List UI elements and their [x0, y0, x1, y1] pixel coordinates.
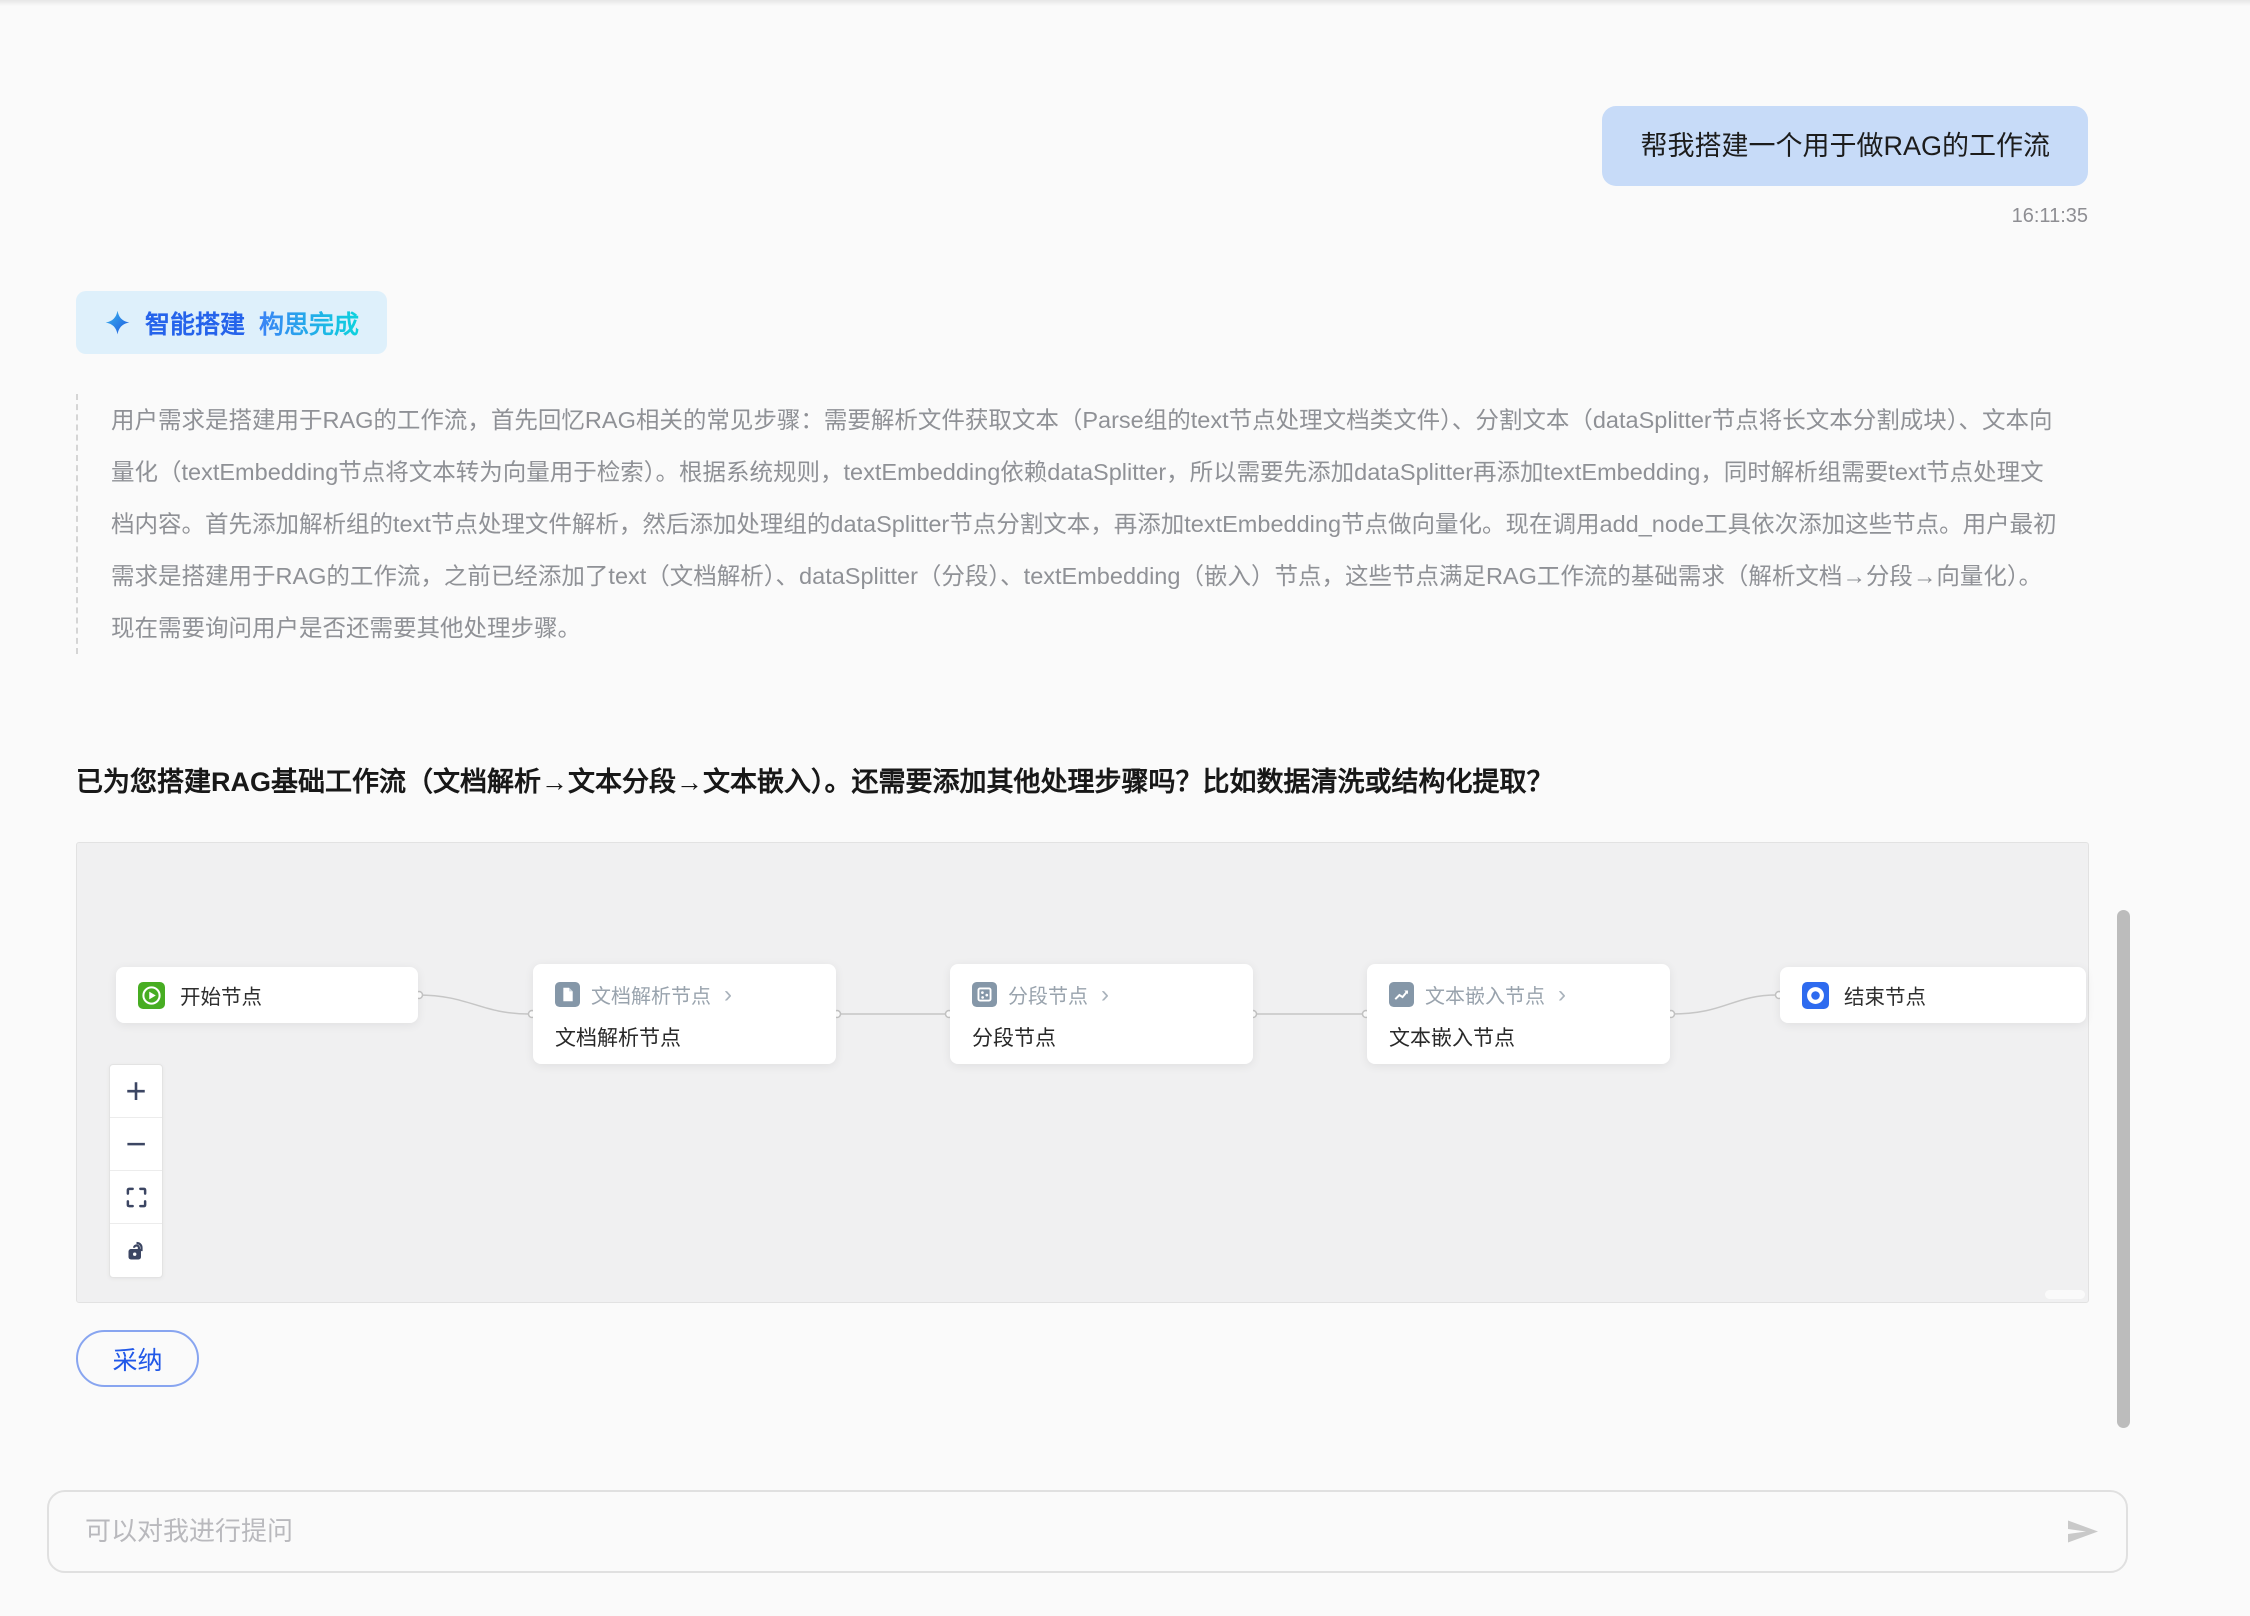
assistant-answer: 已为您搭建RAG基础工作流（文档解析→文本分段→文本嵌入）。还需要添加其他处理步…: [76, 762, 2136, 802]
node-label: 开始节点: [180, 980, 262, 1010]
chevron-right-icon: ›: [1558, 985, 1566, 1005]
smart-build-status-badge[interactable]: 智能搭建 构思完成: [76, 291, 387, 354]
record-icon: [1802, 982, 1829, 1009]
send-icon[interactable]: [2066, 1519, 2100, 1544]
node-doc-parse[interactable]: 文档解析节点 › 文档解析节点: [533, 964, 836, 1064]
workflow-canvas[interactable]: 开始节点 文档解析节点 › 文档解析节点: [76, 842, 2089, 1303]
chat-page: 帮我搭建一个用于做RAG的工作流 16:11:35 智能搭建 构思完成 用户需求…: [0, 0, 2250, 1616]
badge-status: 构思完成: [259, 305, 359, 341]
lock-toggle-button[interactable]: [110, 1224, 162, 1277]
zoom-out-button[interactable]: −: [110, 1118, 162, 1171]
user-message-bubble: 帮我搭建一个用于做RAG的工作流: [1602, 106, 2088, 186]
node-splitter[interactable]: 分段节点 › 分段节点: [950, 964, 1253, 1064]
node-header[interactable]: 分段节点 ›: [972, 980, 1109, 1009]
adopt-button[interactable]: 采纳: [76, 1330, 199, 1387]
composer: [47, 1490, 2128, 1573]
node-title: 分段节点: [972, 1022, 1056, 1052]
trend-up-icon: [1389, 982, 1414, 1007]
node-title: 文档解析节点: [555, 1022, 681, 1052]
message-timestamp: 16:11:35: [2012, 205, 2088, 228]
page-scrollbar[interactable]: [2117, 910, 2130, 1428]
chevron-right-icon: ›: [1101, 985, 1109, 1005]
node-header-label: 分段节点: [1008, 980, 1088, 1009]
chevron-right-icon: ›: [724, 985, 732, 1005]
top-divider: [0, 0, 2250, 6]
node-text-embedding[interactable]: 文本嵌入节点 › 文本嵌入节点: [1367, 964, 1670, 1064]
split-icon: [972, 982, 997, 1007]
canvas-horizontal-scrollbar[interactable]: [2045, 1290, 2085, 1299]
fit-view-icon: [125, 1186, 148, 1209]
node-header[interactable]: 文本嵌入节点 ›: [1389, 980, 1566, 1009]
node-header-label: 文档解析节点: [591, 980, 711, 1009]
node-label: 结束节点: [1844, 980, 1926, 1010]
document-icon: [555, 982, 580, 1007]
zoom-in-button[interactable]: +: [110, 1065, 162, 1118]
workflow-edges: [77, 843, 2090, 1304]
thinking-text: 用户需求是搭建用于RAG的工作流，首先回忆RAG相关的常见步骤：需要解析文件获取…: [76, 394, 2064, 654]
fit-view-button[interactable]: [110, 1171, 162, 1224]
unlock-icon: [124, 1239, 148, 1263]
chat-input[interactable]: [85, 1492, 2035, 1571]
node-header-label: 文本嵌入节点: [1425, 980, 1545, 1009]
minus-icon: −: [125, 1123, 146, 1165]
node-title: 文本嵌入节点: [1389, 1022, 1515, 1052]
node-header[interactable]: 文档解析节点 ›: [555, 980, 732, 1009]
canvas-controls: + −: [109, 1064, 163, 1278]
node-start[interactable]: 开始节点: [116, 967, 418, 1023]
node-end[interactable]: 结束节点: [1780, 967, 2086, 1023]
play-icon: [138, 982, 165, 1009]
sparkle-icon: [104, 309, 131, 336]
plus-icon: +: [125, 1070, 146, 1112]
badge-title: 智能搭建: [145, 305, 245, 341]
